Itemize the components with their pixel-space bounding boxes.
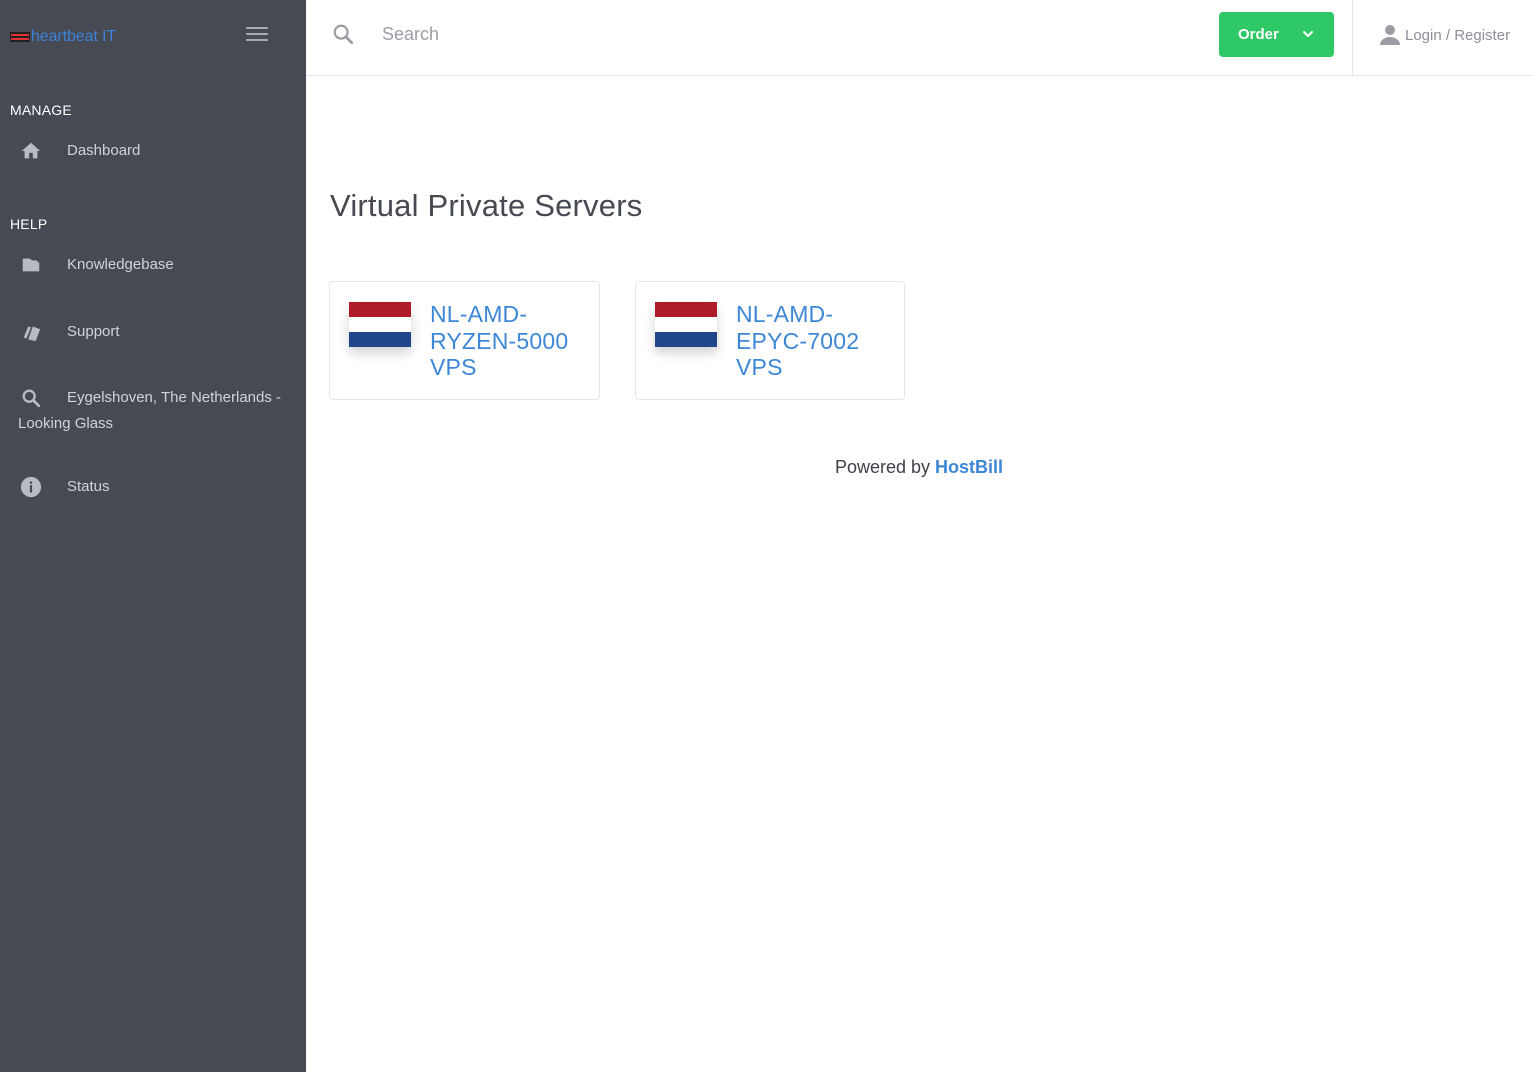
header-divider — [1352, 0, 1353, 76]
powered-by-label: Powered by — [834, 457, 931, 477]
sidebar-item-dashboard[interactable]: Dashboard — [0, 138, 306, 164]
info-icon — [20, 476, 42, 498]
section-title-manage: MANAGE — [10, 102, 72, 118]
hostbill-link[interactable]: HostBill — [935, 457, 1003, 477]
product-card-ryzen[interactable]: NL-AMD-RYZEN-5000 VPS — [329, 281, 600, 400]
sidebar-item-label: Eygelshoven, The Netherlands - Looking G… — [18, 389, 282, 432]
page-title: Virtual Private Servers — [330, 188, 643, 223]
search-icon[interactable] — [332, 23, 354, 45]
sidebar-item-label: Dashboard — [67, 142, 141, 159]
menu-toggle-icon[interactable] — [246, 27, 268, 43]
user-icon — [1380, 25, 1400, 45]
search-input[interactable] — [382, 20, 882, 48]
tickets-icon — [23, 326, 41, 342]
login-register-label: Login / Register — [1405, 26, 1511, 44]
brand-name: heartbeat IT — [31, 28, 117, 45]
netherlands-flag-icon — [655, 302, 717, 347]
product-card-title[interactable]: NL-AMD-RYZEN-5000 VPS — [430, 301, 590, 381]
sidebar-item-support[interactable]: Support — [0, 319, 306, 345]
brand-logo-icon — [10, 32, 30, 42]
home-icon — [21, 142, 41, 159]
sidebar-item-looking-glass[interactable]: Eygelshoven, The Netherlands - Looking G… — [0, 385, 306, 437]
sidebar-item-knowledgebase[interactable]: Knowledgebase — [0, 252, 306, 278]
powered-by-footer: Powered by HostBill — [0, 457, 1532, 478]
sidebar-item-label: Knowledgebase — [67, 256, 174, 273]
brand-logo-link[interactable]: heartbeat IT — [10, 26, 116, 48]
order-button[interactable]: Order — [1219, 12, 1334, 57]
order-button-label: Order — [1238, 26, 1279, 43]
top-bar: Order Login / Register — [306, 0, 1532, 76]
product-card-title[interactable]: NL-AMD-EPYC-7002 VPS — [736, 301, 896, 381]
netherlands-flag-icon — [349, 302, 411, 347]
sidebar-item-label: Status — [67, 478, 110, 495]
product-card-epyc[interactable]: NL-AMD-EPYC-7002 VPS — [635, 281, 905, 400]
section-title-help: HELP — [10, 216, 48, 232]
sidebar: heartbeat IT MANAGE Dashboard HELP Knowl… — [0, 0, 306, 1072]
folder-icon — [22, 258, 40, 272]
login-register-link[interactable]: Login / Register — [1380, 24, 1510, 46]
chevron-down-icon — [1303, 31, 1313, 37]
sidebar-item-label: Support — [67, 323, 120, 340]
